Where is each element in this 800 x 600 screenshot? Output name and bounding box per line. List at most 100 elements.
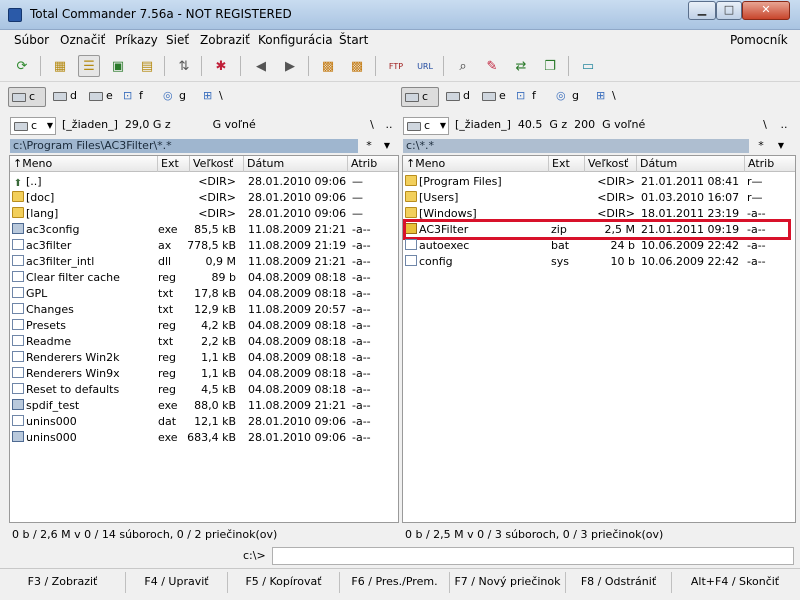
file-row[interactable]: Renderers Win9x reg 1,1 kB 04.08.2009 08:18… [10,366,398,382]
file-row[interactable]: Readme txt 2,2 kB 04.08.2009 08:18 -a-- [10,334,398,350]
file-row[interactable]: Reset to defaults reg 4,5 kB 04.08.2009 08:… [10,382,398,398]
right-drive-e-button[interactable]: e [479,87,509,107]
f3-view-button[interactable]: F3 / Zobraziť [0,572,126,593]
column-date[interactable]: Dátum [637,156,745,172]
f7-mkdir-button[interactable]: F7 / Nový priečinok [450,572,566,593]
forward-icon[interactable]: ▶ [279,55,301,77]
file-row[interactable]: Renderers Win2k reg 1,1 kB 04.08.2009 08:18… [10,350,398,366]
file-row[interactable]: spdif_test exe 88,0 kB 11.08.2009 21:21 -a-- [10,398,398,414]
right-root-button[interactable]: \ [758,118,772,131]
file-row[interactable]: [Program Files] <DIR> 21.01.2011 08:41 r— [403,174,795,190]
menu-pomocnik[interactable]: Pomocník [730,33,788,47]
left-drive-g-button[interactable]: ◎ g [160,87,194,107]
command-input[interactable] [272,547,794,565]
pack-icon[interactable]: ▩ [317,55,339,77]
menu-start[interactable]: Štart [339,33,368,47]
file-row[interactable]: Presets reg 4,2 kB 04.08.2009 08:18 -a-- [10,318,398,334]
left-file-panel[interactable]: ↑Meno Ext Veľkosť Dátum Atrib ⬆ [..] <DIR>… [9,155,399,523]
unpack-icon[interactable]: ▩ [346,55,368,77]
menu-oznacit[interactable]: Označiť [60,33,105,47]
file-row[interactable]: Changes txt 12,9 kB 11.08.2009 20:57 -a-- [10,302,398,318]
file-row[interactable]: ac3filter_intl dll 0,9 M 11.08.2009 21:21 -a… [10,254,398,270]
right-network-button[interactable]: ⊞ \ [593,87,627,107]
f6-move-button[interactable]: F6 / Pres./Prem. [340,572,450,593]
left-path-bar[interactable]: c:\Program Files\AC3Filter\*.* [10,139,358,153]
brief-view-icon[interactable]: ▦ [49,55,71,77]
right-filter-button[interactable]: * [754,139,768,153]
column-size[interactable]: Veľkosť [585,156,637,172]
url-connect-icon[interactable]: URL [414,55,436,77]
column-size[interactable]: Veľkosť [190,156,244,172]
right-drive-combo[interactable]: c ▼ [403,117,449,135]
multi-rename-icon[interactable]: ✎ [481,55,503,77]
file-row[interactable]: [doc] <DIR> 28.01.2010 09:06 — [10,190,398,206]
copy-names-icon[interactable]: ❐ [539,55,561,77]
f4-edit-button[interactable]: F4 / Upraviť [126,572,228,593]
notepad-icon[interactable]: ▭ [577,55,599,77]
left-history-icon[interactable]: ▼ [380,139,394,153]
thumbnail-view-icon[interactable]: ▣ [107,55,129,77]
column-ext[interactable]: Ext [549,156,585,172]
left-drive-e-button[interactable]: e [86,87,116,107]
right-path-bar[interactable]: c:\*.* [403,139,749,153]
right-parent-button[interactable]: .. [777,118,791,131]
invert-selection-icon[interactable]: ⇅ [173,55,195,77]
maximize-button[interactable]: □ [716,1,742,20]
left-drive-d-button[interactable]: d [50,87,80,107]
file-row[interactable]: [lang] <DIR> 28.01.2010 09:06 — [10,206,398,222]
f5-copy-button[interactable]: F5 / Kopírovať [228,572,340,593]
menu-subor[interactable]: Súbor [14,33,49,47]
left-network-button[interactable]: ⊞ \ [200,87,234,107]
file-attr: -a-- [352,367,371,380]
close-button[interactable]: ✕ [742,1,790,20]
find-files-icon[interactable]: ⌕ [452,55,474,77]
left-drive-c-button[interactable]: c [8,87,46,107]
f8-delete-button[interactable]: F8 / Odstrániť [566,572,672,593]
menu-siet[interactable]: Sieť [166,33,189,47]
column-attr[interactable]: Atrib [348,156,398,172]
right-drive-c-button[interactable]: c [401,87,439,107]
file-row[interactable]: ac3config exe 85,5 kB 11.08.2009 21:21 -a-- [10,222,398,238]
file-row[interactable]: unins000 exe 683,4 kB 28.01.2010 09:06 -a-- [10,430,398,446]
ftp-connect-icon[interactable]: FTP [385,55,407,77]
compare-icon[interactable]: ✱ [210,55,232,77]
right-drive-g-button[interactable]: ◎ g [553,87,587,107]
menu-prikazy[interactable]: Príkazy [115,33,158,47]
column-ext[interactable]: Ext [158,156,190,172]
sync-dirs-icon[interactable]: ⇄ [510,55,532,77]
file-row[interactable]: AC3Filter zip 2,5 M 21.01.2011 09:19 -a-- [403,222,795,238]
right-history-icon[interactable]: ▼ [774,139,788,153]
file-row[interactable]: autoexec bat 24 b 10.06.2009 22:42 -a-- [403,238,795,254]
left-drive-f-button[interactable]: ⊡ f [120,87,154,107]
alt-f4-exit-button[interactable]: Alt+F4 / Skončiť [672,572,798,593]
refresh-icon[interactable]: ⟳ [11,55,33,77]
back-icon[interactable]: ◀ [250,55,272,77]
minimize-button[interactable]: ▁ [688,1,716,20]
menu-zobrazit[interactable]: Zobraziť [200,33,250,47]
file-row[interactable]: config sys 10 b 10.06.2009 22:42 -a-- [403,254,795,270]
left-root-button[interactable]: \ [365,118,379,131]
file-row[interactable]: Clear filter cache reg 89 b 04.08.2009 08:1… [10,270,398,286]
column-attr[interactable]: Atrib [745,156,795,172]
file-row[interactable]: GPL txt 17,8 kB 04.08.2009 08:18 -a-- [10,286,398,302]
right-drive-f-button[interactable]: ⊡ f [513,87,547,107]
folder-icon [12,191,24,202]
file-size: 1,1 kB [201,351,236,364]
menu-konfiguracia[interactable]: Konfigurácia [258,33,333,47]
right-drive-d-button[interactable]: d [443,87,473,107]
column-name[interactable]: ↑Meno [403,156,549,172]
file-row[interactable]: [Users] <DIR> 01.03.2010 16:07 r— [403,190,795,206]
left-drive-combo[interactable]: c ▼ [10,117,56,135]
file-row[interactable]: unins000 dat 12,1 kB 28.01.2010 09:06 -a-- [10,414,398,430]
tree-view-icon[interactable]: ▤ [136,55,158,77]
column-name[interactable]: ↑Meno [10,156,158,172]
right-file-panel[interactable]: ↑Meno Ext Veľkosť Dátum Atrib [Program F… [402,155,796,523]
file-row[interactable]: ⬆ [..] <DIR> 28.01.2010 09:06 — [10,174,398,190]
file-row[interactable]: ac3filter ax 778,5 kB 11.08.2009 21:19 -a-- [10,238,398,254]
left-filter-button[interactable]: * [362,139,376,153]
full-view-icon[interactable]: ☰ [78,55,100,77]
title-bar: Total Commander 7.56a - NOT REGISTERED ▁… [0,0,800,30]
left-parent-button[interactable]: .. [382,118,396,131]
file-row[interactable]: [Windows] <DIR> 18.01.2011 23:19 -a-- [403,206,795,222]
column-date[interactable]: Dátum [244,156,348,172]
